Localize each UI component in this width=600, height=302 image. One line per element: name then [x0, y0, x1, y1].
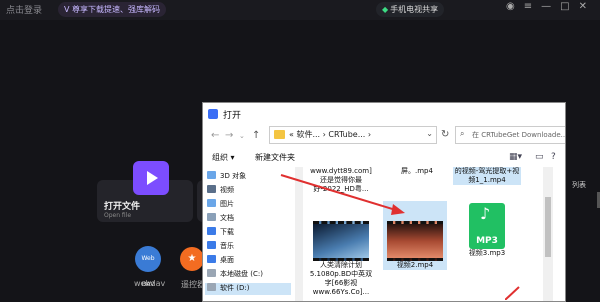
- android-icon: ◆: [382, 5, 389, 14]
- arrow-head: [391, 204, 405, 215]
- arrow-line: [280, 174, 400, 212]
- annotation-arrow: [280, 174, 405, 215]
- maximize-icon[interactable]: □: [560, 1, 578, 12]
- minimize-icon[interactable]: —: [541, 1, 560, 12]
- play-file-icon: [133, 161, 169, 195]
- window-controls: ◉≡—□✕: [506, 1, 596, 12]
- top-bar: 点击登录 V 尊享下载提速、强库解码 ◆ 手机电视共享 ◉≡—□✕: [0, 0, 600, 20]
- menu-icon[interactable]: ≡: [524, 1, 541, 12]
- open-file-subtitle: Open file: [104, 212, 132, 219]
- side-list-tab[interactable]: 列表: [569, 180, 589, 190]
- arrow-line: [505, 286, 520, 300]
- vip-banner[interactable]: V 尊享下载提速、强库解码: [58, 2, 167, 17]
- phone-mirror-label: 手机电视共享: [390, 5, 439, 14]
- user-icon[interactable]: ◉: [506, 1, 524, 12]
- webdav-icon[interactable]: Web DAV: [135, 246, 161, 288]
- phone-mirror-button[interactable]: ◆ 手机电视共享: [376, 2, 445, 17]
- vip-banner-text: 尊享下载提速、强库解码: [72, 5, 161, 14]
- vip-icon: V: [64, 5, 73, 14]
- close-icon[interactable]: ✕: [579, 1, 596, 12]
- remote-icon[interactable]: ★: [180, 247, 204, 271]
- open-file-dialog: 打开 ← → ⌄ ↑ « 软件... › CRTube... › ⌄ ↻ ⌕ 在…: [202, 102, 566, 302]
- annotation-arrow-2: [505, 286, 520, 300]
- login-link[interactable]: 点击登录: [6, 3, 42, 16]
- open-file-title: 打开文件: [104, 202, 141, 212]
- webdav-label: webdav: [134, 279, 166, 288]
